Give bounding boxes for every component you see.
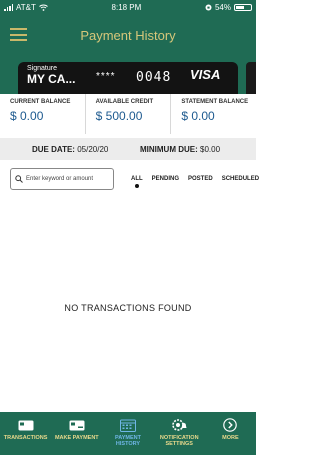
balance-summary: CURRENT BALANCE $ 0.00 AVAILABLE CREDIT …: [0, 94, 256, 134]
carrier-label: AT&T: [16, 2, 36, 12]
card-icon: [18, 418, 34, 432]
nav-more[interactable]: MORE: [205, 412, 256, 455]
minimum-due-label: MINIMUM DUE:: [140, 144, 198, 154]
due-date: DUE DATE: 05/20/20: [32, 145, 108, 154]
minimum-due-value: $0.00: [200, 144, 221, 154]
card-carousel[interactable]: Signature MY CA... **** 0048 VISA: [0, 56, 256, 94]
calendar-icon: [120, 418, 136, 432]
minimum-due: MINIMUM DUE: $0.00: [140, 145, 220, 154]
empty-state-message: NO TRANSACTIONS FOUND: [64, 303, 192, 313]
current-balance-label: CURRENT BALANCE: [10, 99, 71, 105]
current-balance: CURRENT BALANCE $ 0.00: [0, 94, 86, 134]
available-credit-label: AVAILABLE CREDIT: [95, 99, 154, 105]
nav-transactions-label: TRANSACTIONS: [3, 435, 48, 441]
status-bar: AT&T 8:18 PM 54%: [0, 0, 256, 14]
battery-icon: [233, 3, 252, 11]
search-icon: [15, 175, 23, 183]
nav-payment-history-label: PAYMENT HISTORY: [115, 435, 141, 447]
app-header: Payment History: [0, 14, 256, 56]
active-filter-indicator: [135, 184, 139, 188]
statement-balance: STATEMENT BALANCE $ 0.00: [171, 94, 256, 134]
filter-posted[interactable]: POSTED: [188, 176, 213, 182]
card-label-top: Signature: [27, 65, 57, 72]
nav-notification-settings-label: NOTIFICATION SETTINGS: [159, 435, 199, 447]
nav-make-payment[interactable]: MAKE PAYMENT: [51, 412, 102, 455]
next-card-peek[interactable]: [246, 62, 256, 94]
nav-payment-history[interactable]: PAYMENT HISTORY: [102, 412, 153, 455]
menu-icon[interactable]: [10, 28, 27, 41]
search-input[interactable]: Enter keyword or amount: [10, 168, 114, 190]
battery-percent: 54%: [214, 2, 231, 12]
available-credit-value: $ 500.00: [95, 109, 143, 123]
statement-balance-label: STATEMENT BALANCE: [181, 99, 249, 105]
credit-card[interactable]: Signature MY CA... **** 0048 VISA: [18, 62, 238, 94]
due-date-value: 05/20/20: [77, 144, 109, 154]
filter-all[interactable]: ALL: [131, 176, 143, 182]
current-balance-value: $ 0.00: [10, 109, 44, 123]
status-left: AT&T: [4, 3, 48, 12]
orientation-lock-icon: [205, 4, 212, 10]
app-root: AT&T 8:18 PM 54% Payment History Signatu…: [0, 0, 259, 455]
page-title: Payment History: [80, 27, 176, 43]
card-name: MY CA...: [27, 72, 76, 86]
bottom-nav: TRANSACTIONS MAKE PAYMENT PAYMENT HISTOR…: [0, 412, 256, 455]
gear-bell-icon: [171, 418, 187, 432]
nav-notification-settings[interactable]: NOTIFICATION SETTINGS: [154, 412, 205, 455]
search-placeholder: Enter keyword or amount: [26, 176, 94, 182]
filter-tabs: ALL PENDING POSTED SCHEDULED: [131, 176, 259, 182]
nav-transactions[interactable]: TRANSACTIONS: [0, 412, 51, 455]
filter-pending[interactable]: PENDING: [152, 176, 179, 182]
nav-more-label: MORE: [222, 435, 239, 441]
card-number-mask: ****: [96, 71, 116, 82]
wifi-icon: [39, 4, 48, 11]
signal-icon: [4, 3, 13, 11]
nav-make-payment-label: MAKE PAYMENT: [54, 435, 99, 441]
due-summary: DUE DATE: 05/20/20 MINIMUM DUE: $0.00: [0, 138, 256, 160]
statement-balance-value: $ 0.00: [181, 109, 215, 123]
visa-logo: VISA: [190, 67, 221, 82]
available-credit: AVAILABLE CREDIT $ 500.00: [86, 94, 172, 134]
status-right: 54%: [205, 3, 252, 12]
payment-icon: [69, 418, 85, 432]
due-date-label: DUE DATE:: [32, 144, 75, 154]
card-last4: 0048: [136, 70, 172, 85]
filter-scheduled[interactable]: SCHEDULED: [222, 176, 259, 182]
status-time: 8:18 PM: [111, 2, 142, 12]
chevron-right-circle-icon: [223, 418, 238, 432]
